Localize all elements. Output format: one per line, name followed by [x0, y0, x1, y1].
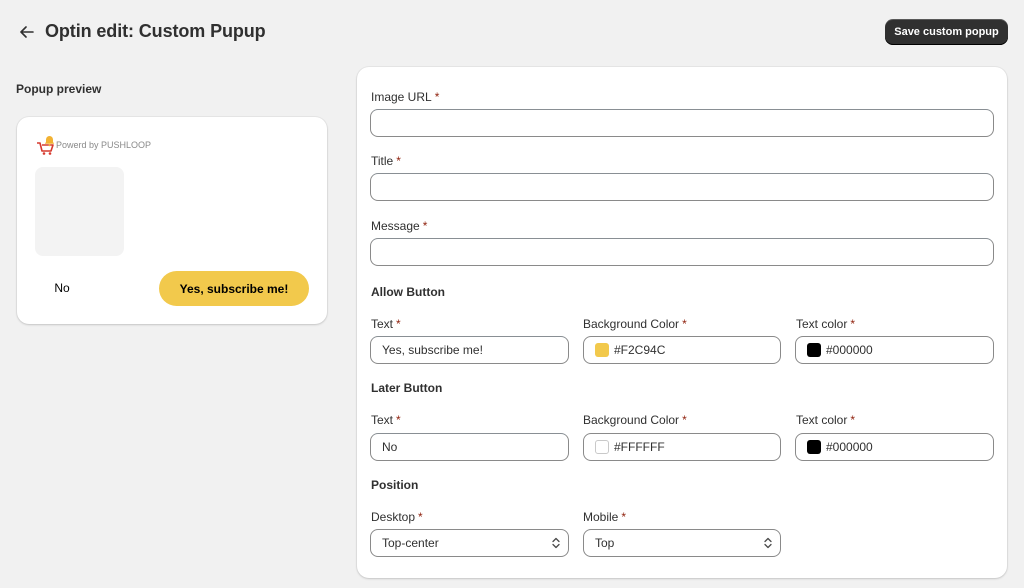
mobile-position-select[interactable]: Top	[583, 529, 781, 557]
later-text-label: Text *	[371, 413, 401, 427]
allow-bg-color-label: Background Color *	[583, 317, 687, 331]
title-label: Title *	[371, 154, 401, 168]
desktop-position-select[interactable]: Top-center	[370, 529, 569, 557]
image-url-label: Image URL *	[371, 90, 440, 104]
later-text-color-value: #000000	[826, 440, 873, 454]
mobile-label: Mobile *	[583, 510, 627, 524]
popup-settings-form: Image URL * Title * Message * Allow Button …	[357, 67, 1007, 578]
brand-row: Powerd by PUSHLOOP	[35, 135, 151, 155]
powered-by-text: Powerd by PUSHLOOP	[56, 140, 152, 150]
title-input[interactable]	[370, 173, 994, 201]
image-url-input[interactable]	[370, 109, 994, 137]
allow-text-color-label: Text color *	[796, 317, 856, 331]
page-title: Optin edit: Custom Pupup	[45, 21, 266, 41]
allow-text-color-value: #000000	[826, 343, 873, 357]
later-bg-color-value: #FFFFFF	[614, 440, 665, 454]
allow-bg-color-swatch[interactable]	[595, 343, 609, 357]
allow-bg-color-field[interactable]: #F2C94C	[583, 336, 781, 364]
later-button-section-title: Later Button	[371, 381, 443, 395]
allow-text-label: Text *	[371, 317, 401, 331]
later-bg-color-label: Background Color *	[583, 413, 687, 427]
allow-text-color-field[interactable]: #000000	[795, 336, 994, 364]
preview-yes-button[interactable]: Yes, subscribe me!	[159, 271, 309, 306]
mobile-position-value: Top	[595, 536, 615, 550]
message-input[interactable]	[370, 238, 994, 266]
popup-preview-heading: Popup preview	[16, 82, 102, 96]
message-label: Message *	[371, 219, 428, 233]
allow-text-input[interactable]	[370, 336, 569, 364]
desktop-position-value: Top-center	[382, 536, 439, 550]
later-bg-color-swatch[interactable]	[595, 440, 609, 454]
preview-image-placeholder	[35, 167, 124, 256]
preview-no-button[interactable]: No	[39, 271, 85, 305]
allow-bg-color-value: #F2C94C	[614, 343, 666, 357]
desktop-label: Desktop *	[371, 510, 423, 524]
later-bg-color-field[interactable]: #FFFFFF	[583, 433, 781, 461]
save-custom-popup-button[interactable]: Save custom popup	[885, 19, 1008, 45]
chevron-up-down-icon	[756, 537, 780, 549]
allow-text-color-swatch[interactable]	[807, 343, 821, 357]
page-header: Optin edit: Custom Pupup Save custom pop…	[0, 0, 1024, 64]
position-section-title: Position	[371, 478, 419, 492]
later-text-color-label: Text color *	[796, 413, 856, 427]
later-text-input[interactable]	[370, 433, 569, 461]
later-text-color-swatch[interactable]	[807, 440, 821, 454]
back-arrow-icon[interactable]	[20, 22, 38, 42]
chevron-up-down-icon	[544, 537, 568, 549]
allow-button-section-title: Allow Button	[371, 285, 445, 299]
later-text-color-field[interactable]: #000000	[795, 433, 994, 461]
popup-preview-card: Powerd by PUSHLOOP No Yes, subscribe me!	[17, 117, 327, 324]
pushloop-logo-icon	[35, 135, 55, 155]
